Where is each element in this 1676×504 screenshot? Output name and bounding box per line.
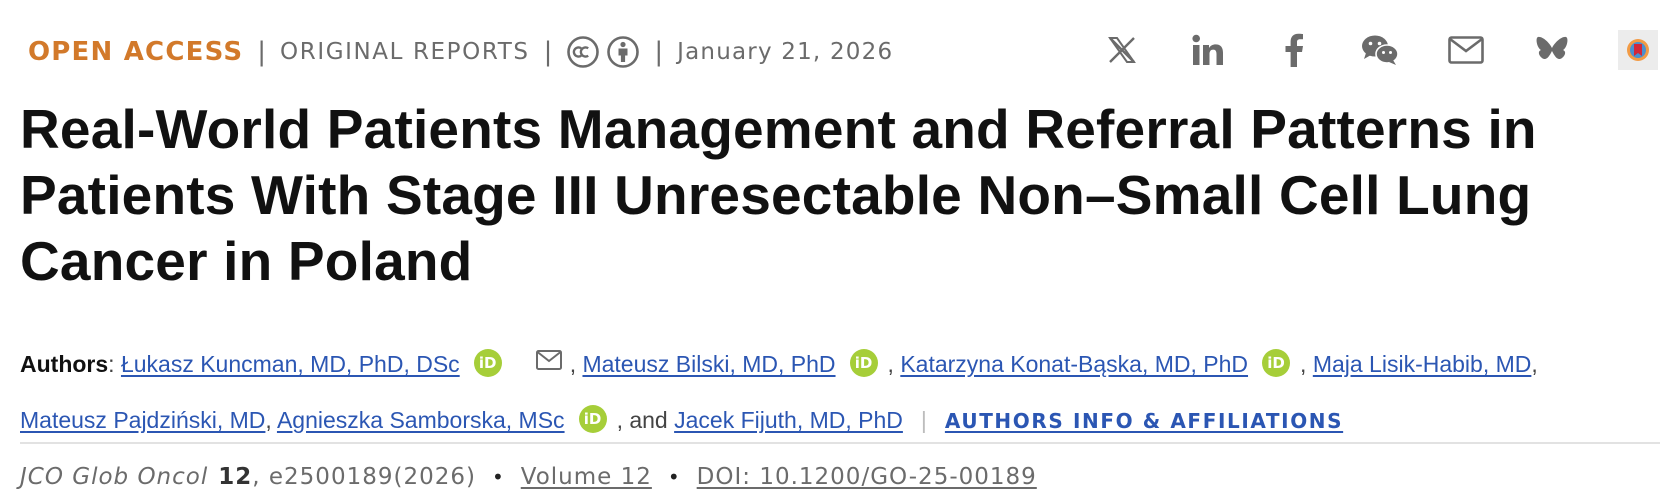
linkedin-icon xyxy=(1192,34,1223,65)
x-icon xyxy=(1108,37,1136,63)
author-separator: , xyxy=(1300,351,1313,377)
publication-date: January 21, 2026 xyxy=(677,39,894,65)
article-title: Real-World Patients Management and Refer… xyxy=(20,98,1537,292)
authors-list: Authors: Łukasz Kuncman, MD, PhD, DSc iD,… xyxy=(20,334,1660,449)
author-link[interactable]: Mateusz Bilski, MD, PhD xyxy=(582,351,835,377)
volume-link[interactable]: Volume 12 xyxy=(521,464,652,490)
meta-separator: | xyxy=(654,37,664,67)
citation-bullet: • xyxy=(491,465,505,489)
facebook-icon xyxy=(1285,33,1303,67)
license-icons[interactable] xyxy=(566,35,640,69)
attribution-icon[interactable] xyxy=(606,35,640,69)
header-divider xyxy=(20,442,1660,444)
orcid-icon[interactable]: iD xyxy=(578,405,607,433)
article-meta-row: OPEN ACCESS | ORIGINAL REPORTS | | Janua xyxy=(28,30,893,74)
authors-info-affiliations-link[interactable]: AUTHORS INFO & AFFILIATIONS xyxy=(945,409,1343,433)
author-separator: , xyxy=(265,407,277,433)
meta-separator: | xyxy=(257,37,267,67)
share-x-button[interactable] xyxy=(1100,28,1144,72)
article-type-label: ORIGINAL REPORTS xyxy=(280,39,530,65)
author-separator: , xyxy=(887,351,901,377)
affiliations-separator: | xyxy=(920,407,927,433)
share-linkedin-button[interactable] xyxy=(1186,28,1230,72)
email-author-icon[interactable] xyxy=(535,334,562,390)
journal-volume: 12 xyxy=(218,464,253,490)
share-bluesky-button[interactable] xyxy=(1530,28,1574,72)
share-email-button[interactable] xyxy=(1444,28,1488,72)
creative-commons-icon[interactable] xyxy=(566,35,600,69)
citation-line: JCO Glob Oncol 12 , e2500189(2026) • Vol… xyxy=(20,458,1037,496)
author-separator: , xyxy=(569,351,583,377)
bluesky-icon xyxy=(1536,36,1568,60)
author-link[interactable]: Maja Lisik-Habib, MD xyxy=(1313,351,1532,377)
citation-bullet: • xyxy=(667,465,681,489)
article-id: , e2500189(2026) xyxy=(252,464,476,490)
journal-name: JCO Glob Oncol xyxy=(20,464,209,490)
orcid-icon[interactable]: iD xyxy=(849,349,878,377)
mendeley-icon xyxy=(1618,30,1658,70)
author-link[interactable]: Agnieszka Samborska, MSc xyxy=(277,407,565,433)
share-mendeley-button[interactable] xyxy=(1616,28,1660,72)
share-wechat-button[interactable] xyxy=(1358,28,1402,72)
orcid-icon[interactable]: iD xyxy=(473,349,502,377)
author-separator-and: , and xyxy=(616,407,675,433)
author-separator: , xyxy=(1531,351,1538,377)
author-link[interactable]: Łukasz Kuncman, MD, PhD, DSc xyxy=(121,351,460,377)
author-link[interactable]: Jacek Fijuth, MD, PhD xyxy=(674,407,903,433)
share-toolbar xyxy=(1058,26,1660,74)
authors-colon: : xyxy=(108,351,121,377)
email-icon xyxy=(1448,36,1484,64)
meta-separator: | xyxy=(543,37,553,67)
share-facebook-button[interactable] xyxy=(1272,28,1316,72)
author-link[interactable]: Katarzyna Konat-Bąska, MD, PhD xyxy=(900,351,1248,377)
wechat-icon xyxy=(1362,35,1399,65)
doi-link[interactable]: DOI: 10.1200/GO-25-00189 xyxy=(697,464,1037,490)
orcid-icon[interactable]: iD xyxy=(1262,349,1291,377)
open-access-badge: OPEN ACCESS xyxy=(28,37,244,67)
authors-label: Authors xyxy=(20,351,109,377)
author-link[interactable]: Mateusz Pajdziński, MD xyxy=(20,407,265,433)
